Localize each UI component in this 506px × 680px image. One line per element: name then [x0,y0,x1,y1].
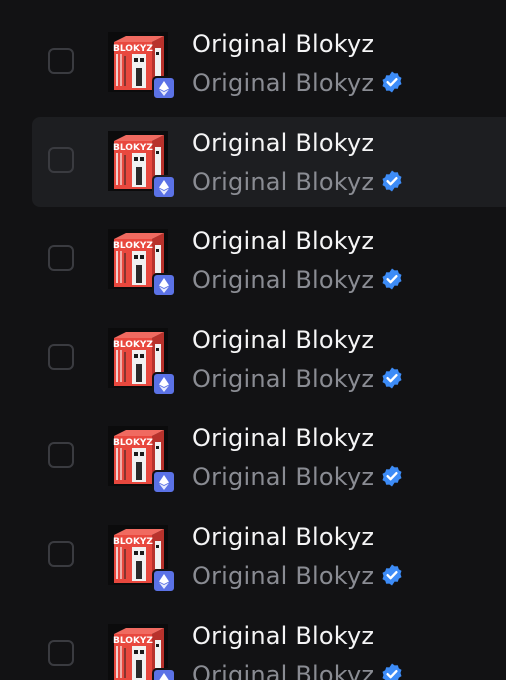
nft-row[interactable]: BLOKYZ Original Blokyz Original Blokyz [32,314,506,404]
nft-row[interactable]: BLOKYZ Original Blokyz Original Blokyz [32,215,506,305]
ethereum-icon [152,273,176,297]
nft-name: Original Blokyz [192,523,375,551]
thumb-logo-text: BLOKYZ [113,241,153,251]
thumb-logo-text: BLOKYZ [113,143,153,153]
collection-line: Original Blokyz [192,265,404,295]
verified-badge-icon [382,170,402,192]
verified-badge-icon [382,71,402,93]
ethereum-icon [152,569,176,593]
ethereum-icon [152,470,176,494]
select-checkbox[interactable] [48,442,74,468]
verified-badge-icon [382,663,402,680]
collection-name: Original Blokyz [192,266,375,294]
nft-name: Original Blokyz [192,424,375,452]
collection-name: Original Blokyz [192,463,375,491]
nft-name: Original Blokyz [192,227,375,255]
collection-name: Original Blokyz [192,661,375,680]
nft-row[interactable]: BLOKYZ Original Blokyz Original Blokyz [32,117,506,207]
ethereum-icon [152,175,176,199]
thumb-logo-text: BLOKYZ [113,636,153,646]
verified-badge-icon [382,367,402,389]
ethereum-icon [152,76,176,100]
nft-name: Original Blokyz [192,129,375,157]
nft-row[interactable]: BLOKYZ Original Blokyz Original Blokyz [32,412,506,502]
collection-line: Original Blokyz [192,68,404,98]
nft-name: Original Blokyz [192,622,375,650]
verified-badge-icon [382,465,402,487]
thumb-logo-text: BLOKYZ [113,44,153,54]
ethereum-icon [152,372,176,396]
select-checkbox[interactable] [48,344,74,370]
collection-name: Original Blokyz [192,168,375,196]
select-checkbox[interactable] [48,541,74,567]
verified-badge-icon [382,268,402,290]
select-checkbox[interactable] [48,245,74,271]
nft-row[interactable]: BLOKYZ Original Blokyz Original Blokyz [32,18,506,108]
ethereum-icon [152,668,176,680]
thumb-logo-text: BLOKYZ [113,340,153,350]
nft-list: BLOKYZ Original Blokyz Original Blokyz B… [0,0,506,680]
select-checkbox[interactable] [48,48,74,74]
thumb-logo-text: BLOKYZ [113,537,153,547]
nft-name: Original Blokyz [192,326,375,354]
thumb-logo-text: BLOKYZ [113,438,153,448]
collection-line: Original Blokyz [192,462,404,492]
nft-row[interactable]: BLOKYZ Original Blokyz Original Blokyz [32,610,506,680]
collection-name: Original Blokyz [192,365,375,393]
collection-line: Original Blokyz [192,660,404,680]
collection-line: Original Blokyz [192,167,404,197]
nft-row[interactable]: BLOKYZ Original Blokyz Original Blokyz [32,511,506,601]
select-checkbox[interactable] [48,147,74,173]
collection-line: Original Blokyz [192,364,404,394]
nft-name: Original Blokyz [192,30,375,58]
select-checkbox[interactable] [48,640,74,666]
collection-name: Original Blokyz [192,562,375,590]
collection-name: Original Blokyz [192,69,375,97]
verified-badge-icon [382,564,402,586]
collection-line: Original Blokyz [192,561,404,591]
